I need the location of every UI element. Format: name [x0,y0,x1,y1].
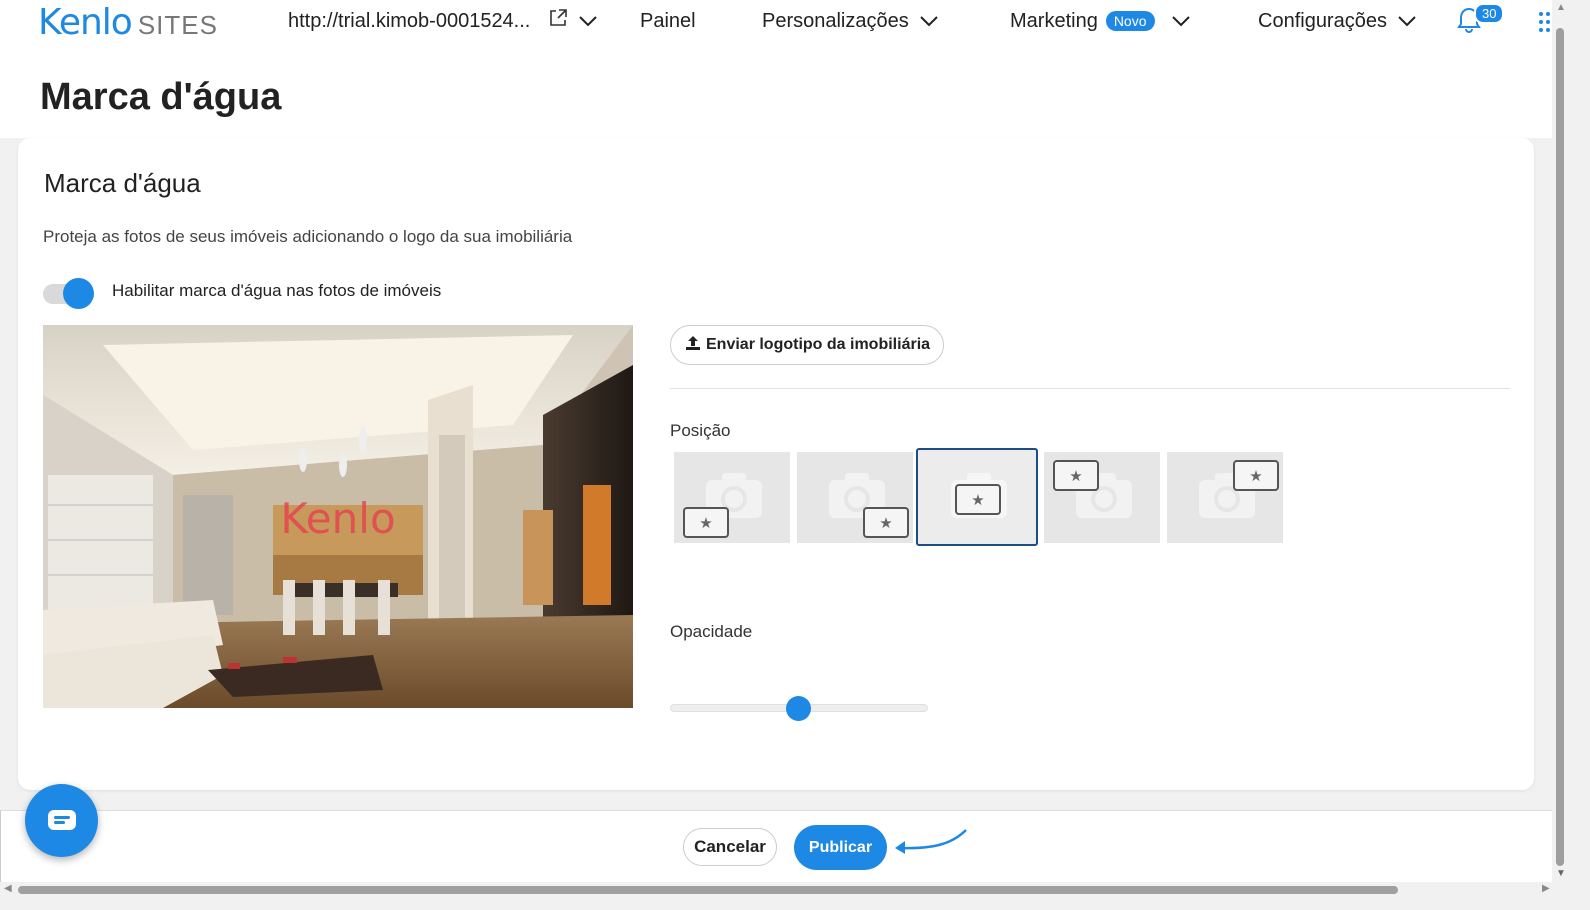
external-link-icon[interactable] [548,8,568,34]
scroll-right-arrow-icon[interactable]: ▶ [1542,883,1550,894]
opacity-label: Opacidade [670,622,753,641]
chevron-down-icon [1171,14,1190,28]
star-icon: ★ [683,507,729,538]
toggle-knob [63,278,94,309]
position-label: Posição [670,421,731,440]
scroll-left-arrow-icon[interactable]: ◀ [4,883,12,894]
star-icon: ★ [1233,460,1279,491]
vertical-scrollbar[interactable]: ▲ ▼ [1552,0,1570,882]
position-option-top-right[interactable]: ★ [1167,452,1283,543]
page-header: Marca d'água [0,58,1552,138]
nav-personalizacoes-label: Personalizações [762,9,909,32]
watermark-toggle[interactable] [43,278,94,309]
nav-configuracoes[interactable]: Configurações [1258,8,1416,34]
horizontal-scroll-thumb[interactable] [18,886,1398,894]
vertical-scroll-thumb[interactable] [1556,28,1564,866]
star-icon: ★ [1053,460,1099,491]
chat-icon [47,809,76,830]
position-option-top-left[interactable]: ★ [1044,452,1160,543]
star-icon: ★ [955,484,1001,515]
watermark-card: Marca d'água Proteja as fotos de seus im… [18,138,1534,790]
card-description: Proteja as fotos de seus imóveis adicion… [43,227,573,246]
kenlo-sites-logo[interactable]: Kenlo SITES [38,2,218,43]
position-option-bottom-right[interactable]: ★ [797,452,913,543]
toggle-label: Habilitar marca d'água nas fotos de imóv… [112,281,442,300]
star-icon: ★ [863,507,909,538]
cancel-button[interactable]: Cancelar [683,828,777,866]
nav-painel-label: Painel [640,9,696,32]
logo-brand: Kenlo [38,2,133,43]
horizontal-scrollbar[interactable]: ◀ ▶ [0,882,1570,898]
nav-marketing[interactable]: Marketing Novo [1010,8,1190,34]
watermark-preview-image: Kenlo [43,325,633,708]
divider [670,388,1510,389]
scroll-up-arrow-icon[interactable]: ▲ [1556,2,1566,13]
chat-button[interactable] [25,784,98,857]
position-option-center[interactable]: ★ [916,448,1038,546]
chevron-down-icon[interactable] [578,14,598,28]
chevron-down-icon [919,14,938,28]
card-title: Marca d'água [44,168,201,198]
publish-button[interactable]: Publicar [794,825,887,870]
upload-icon [684,334,702,357]
site-url[interactable]: http://trial.kimob-0001524... [288,10,530,33]
nav-personalizacoes[interactable]: Personalizações [762,8,938,34]
new-badge: Novo [1105,11,1155,31]
page-title: Marca d'água [40,76,282,118]
upload-logo-label: Enviar logotipo da imobiliária [706,336,931,353]
nav-configuracoes-label: Configurações [1258,9,1387,32]
upload-logo-button[interactable]: Enviar logotipo da imobiliária [670,325,945,365]
top-navbar: Kenlo SITES http://trial.kimob-0001524..… [0,0,1552,58]
footer-bar: Cancelar Publicar [0,810,1552,882]
opacity-slider[interactable] [670,696,928,722]
slider-thumb[interactable] [786,696,811,721]
nav-painel[interactable]: Painel [640,8,696,34]
logo-suffix: SITES [137,10,218,40]
notifications-count-badge: 30 [1474,3,1505,24]
preview-watermark-text: Kenlo [280,494,395,543]
nav-marketing-label: Marketing [1010,9,1098,32]
chevron-down-icon [1397,14,1416,28]
site-url-menu[interactable]: http://trial.kimob-0001524... [288,8,598,34]
scroll-down-arrow-icon[interactable]: ▼ [1556,868,1566,879]
position-option-bottom-left[interactable]: ★ [674,452,790,543]
annotation-arrow-icon [895,829,967,854]
